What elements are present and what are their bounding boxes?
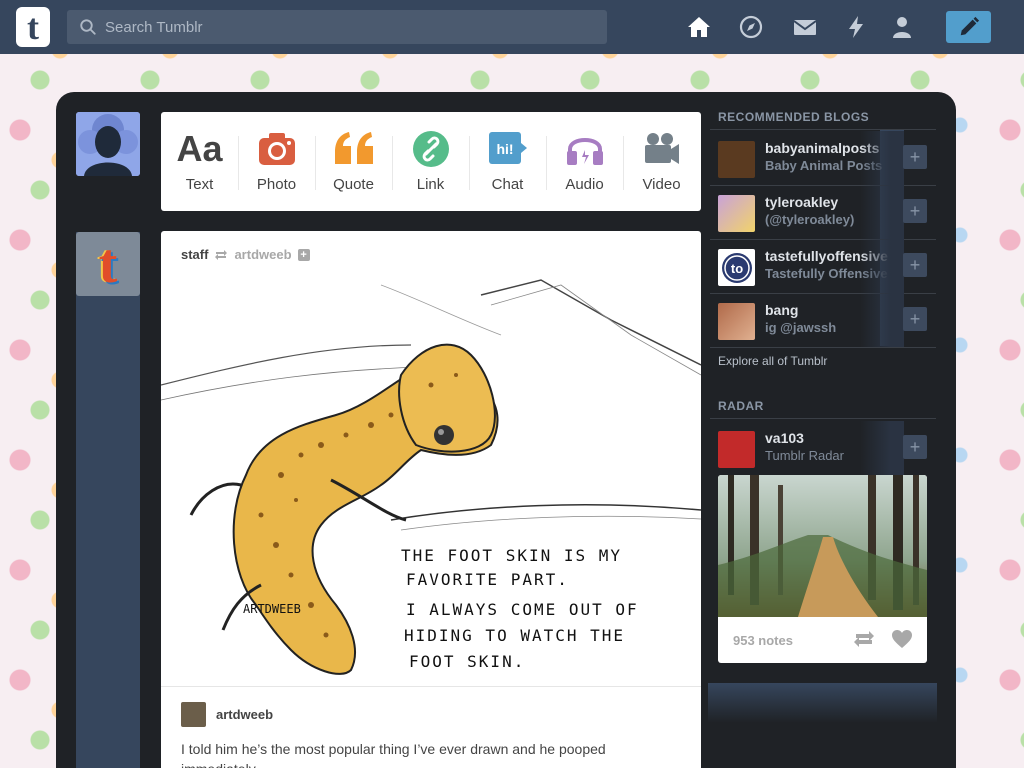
post-type-label: Link [416,176,445,193]
post-type-label: Chat [491,176,524,193]
radar-post-card[interactable]: 953 notes [718,475,927,663]
post-type-label: Audio [565,176,604,193]
post-type-bar: Aa Text Photo Quote Link hi! Chat Audio [161,112,701,211]
text-icon: Aa [176,128,223,169]
art-text-line: FAVORITE PART. [406,570,569,589]
blog-avatar[interactable] [718,431,755,468]
activity-icon[interactable] [843,14,869,40]
reblog-user-name[interactable]: artdweeb [216,707,273,722]
reblogged-from-link[interactable]: artdweeb [234,247,291,262]
reblog-icon[interactable] [853,630,875,648]
silhouette-icon [76,112,140,176]
search-icon [80,19,96,35]
video-camera-icon [642,130,682,168]
recommended-blog-item[interactable]: babyanimalposts Baby Animal Posts + [710,131,936,185]
post-type-video[interactable]: Video [623,112,700,211]
dashboard-post: staff artdweeb + THE FOOT SKIN IS MY FAV… [161,231,701,768]
recommended-blog-item[interactable]: to tastefullyoffensive Tastefully Offens… [710,239,936,293]
post-type-photo[interactable]: Photo [238,112,315,211]
post-type-text[interactable]: Aa Text [161,112,238,211]
post-type-label: Text [185,176,214,193]
recommended-blog-item[interactable]: bang ig @jawssh + [710,293,936,347]
reblog-user-avatar[interactable] [181,702,206,727]
heart-icon[interactable] [891,629,913,649]
post-type-label: Quote [333,176,374,193]
pencil-icon [960,16,979,36]
blog-fade [860,131,904,185]
blog-fade [860,185,904,239]
post-type-label: Video [642,176,681,193]
blog-fade [860,293,904,347]
reblog-icon [215,249,228,260]
post-type-link[interactable]: Link [392,112,469,211]
blog-fade [860,421,904,475]
follow-button[interactable]: + [903,199,927,223]
blog-fade [860,239,904,293]
home-icon[interactable] [686,14,712,40]
top-bar: t [0,0,1024,54]
link-icon [412,130,450,168]
inbox-icon[interactable] [792,14,818,40]
search-box[interactable] [67,10,607,44]
headphones-icon [565,130,605,168]
gecko-drawing: THE FOOT SKIN IS MY FAVORITE PART. I ALW… [161,275,701,685]
sidebar-divider [710,418,936,419]
explore-icon[interactable] [738,14,764,40]
blog-avatar[interactable] [718,141,755,178]
my-avatar[interactable] [76,112,140,176]
reblog-caption: I told him he’s the most popular thing I… [181,741,606,768]
quote-icon [333,130,375,168]
post-actions [853,629,913,649]
post-type-audio[interactable]: Audio [546,112,623,211]
post-type-quote[interactable]: Quote [315,112,392,211]
svg-text:hi!: hi! [496,141,513,157]
recommended-blogs-title: RECOMMENDED BLOGS [718,110,870,124]
post-header: staff artdweeb + [181,247,310,262]
staff-avatar[interactable]: t [76,232,140,296]
follow-button[interactable]: + [903,145,927,169]
art-text-line: HIDING TO WATCH THE [404,626,625,645]
post-type-label: Photo [256,176,297,193]
camera-icon [258,130,296,168]
art-text-line: FOOT SKIN. [409,652,525,671]
follow-button[interactable]: + [903,435,927,459]
radar-title: RADAR [718,399,764,413]
post-type-chat[interactable]: hi! Chat [469,112,546,211]
art-text-line: I ALWAYS COME OUT OF [406,600,639,619]
reblog-user[interactable]: artdweeb [181,702,273,727]
account-icon[interactable] [889,14,915,40]
explore-link[interactable]: Explore all of Tumblr [718,354,827,368]
follow-button[interactable]: + [903,253,927,277]
svg-text:to: to [730,261,742,276]
forest-photo [718,475,927,617]
search-input[interactable] [105,18,585,36]
recommended-blog-item[interactable]: tyleroakley (@tyleroakley) + [710,185,936,239]
avatar-column [76,232,140,768]
caption-divider [161,686,701,687]
radar-blog-item[interactable]: va103 Tumblr Radar + [710,421,936,475]
blog-avatar[interactable]: to [718,249,755,286]
art-text-line: THE FOOT SKIN IS MY [401,546,622,565]
notes-count[interactable]: 953 notes [733,633,793,648]
blog-avatar[interactable] [718,303,755,340]
to-logo-icon: to [721,252,752,283]
tumblr-logo-icon[interactable]: t [16,7,50,47]
follow-button[interactable]: + [903,307,927,331]
blog-avatar[interactable] [718,195,755,232]
sidebar-divider [710,347,936,348]
chat-icon: hi! [488,130,528,168]
art-signature: ARTDWEEB [243,602,301,616]
follow-plus-icon[interactable]: + [297,248,310,261]
sidebar-bottom-strip [708,683,937,723]
compose-button[interactable] [946,11,991,43]
post-author-link[interactable]: staff [181,247,208,262]
